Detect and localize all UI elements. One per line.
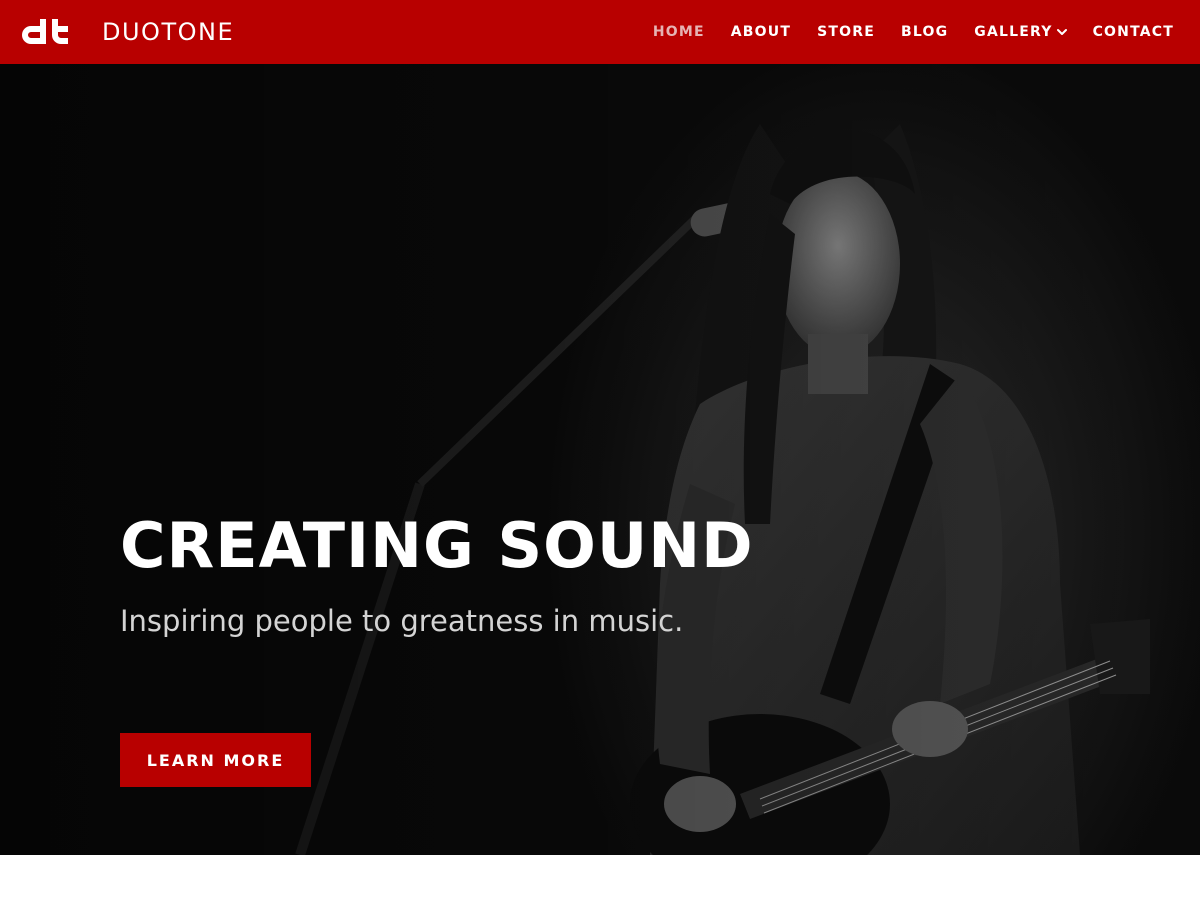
- nav-item-store[interactable]: STORE: [817, 24, 875, 40]
- nav-item-gallery[interactable]: GALLERY: [974, 24, 1067, 40]
- hero-section: CREATING SOUND Inspiring people to great…: [0, 64, 1200, 855]
- site-logo-link[interactable]: DUOTONE: [0, 0, 234, 64]
- site-header: DUOTONE HOME ABOUT STORE BLOG GALLERY CO…: [0, 0, 1200, 64]
- nav-item-label: BLOG: [900, 24, 949, 40]
- nav-item-label: CONTACT: [1092, 24, 1174, 40]
- nav-item-label: GALLERY: [974, 24, 1053, 40]
- nav-item-label: ABOUT: [730, 24, 792, 40]
- nav-item-about[interactable]: ABOUT: [731, 24, 791, 40]
- site-name: DUOTONE: [102, 18, 235, 46]
- nav-item-contact[interactable]: CONTACT: [1093, 24, 1174, 40]
- hero-title: CREATING SOUND: [120, 509, 754, 582]
- dt-logo-icon: [22, 19, 68, 44]
- nav-item-home[interactable]: HOME: [653, 24, 705, 40]
- chevron-down-icon: [1056, 29, 1067, 35]
- nav-item-label: STORE: [817, 24, 875, 40]
- below-fold-section: [0, 855, 1200, 900]
- main-navigation: HOME ABOUT STORE BLOG GALLERY CONTACT: [627, 0, 1200, 64]
- hero-subtitle: Inspiring people to greatness in music.: [120, 604, 684, 638]
- nav-item-label: HOME: [652, 24, 705, 40]
- learn-more-button[interactable]: LEARN MORE: [120, 733, 311, 787]
- nav-item-blog[interactable]: BLOG: [901, 24, 948, 40]
